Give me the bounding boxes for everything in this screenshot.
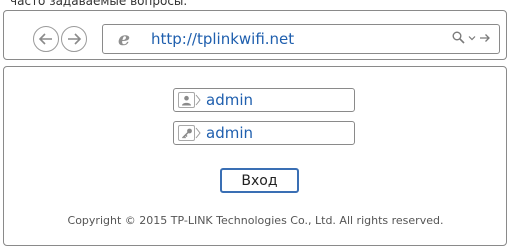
browser-toolbar: e http://tplinkwifi.net: [3, 10, 507, 60]
dropdown-chevron-icon[interactable]: [468, 34, 476, 42]
field-separator-icon: [195, 94, 201, 106]
password-field[interactable]: admin: [173, 121, 355, 145]
search-icon[interactable]: [452, 31, 465, 44]
page-caption: часто задаваемые вопросы.: [10, 0, 188, 8]
back-arrow-icon: [38, 33, 52, 45]
user-icon: [178, 92, 195, 108]
ie-logo-icon: e: [118, 28, 131, 50]
address-tools: [452, 31, 491, 44]
forward-button[interactable]: [61, 26, 87, 52]
back-button[interactable]: [33, 26, 59, 52]
forward-arrow-icon: [68, 33, 82, 45]
login-button[interactable]: Вход: [220, 168, 299, 193]
username-field[interactable]: admin: [173, 88, 355, 112]
copyright-text: Copyright © 2015 TP-LINK Technologies Co…: [67, 214, 444, 227]
url-text[interactable]: http://tplinkwifi.net: [151, 30, 294, 48]
field-separator-icon: [195, 127, 201, 139]
address-bar[interactable]: e http://tplinkwifi.net: [102, 24, 500, 54]
username-value[interactable]: admin: [206, 91, 253, 109]
go-arrow-icon[interactable]: [479, 33, 491, 43]
key-icon: [178, 125, 195, 141]
password-value[interactable]: admin: [206, 124, 253, 142]
